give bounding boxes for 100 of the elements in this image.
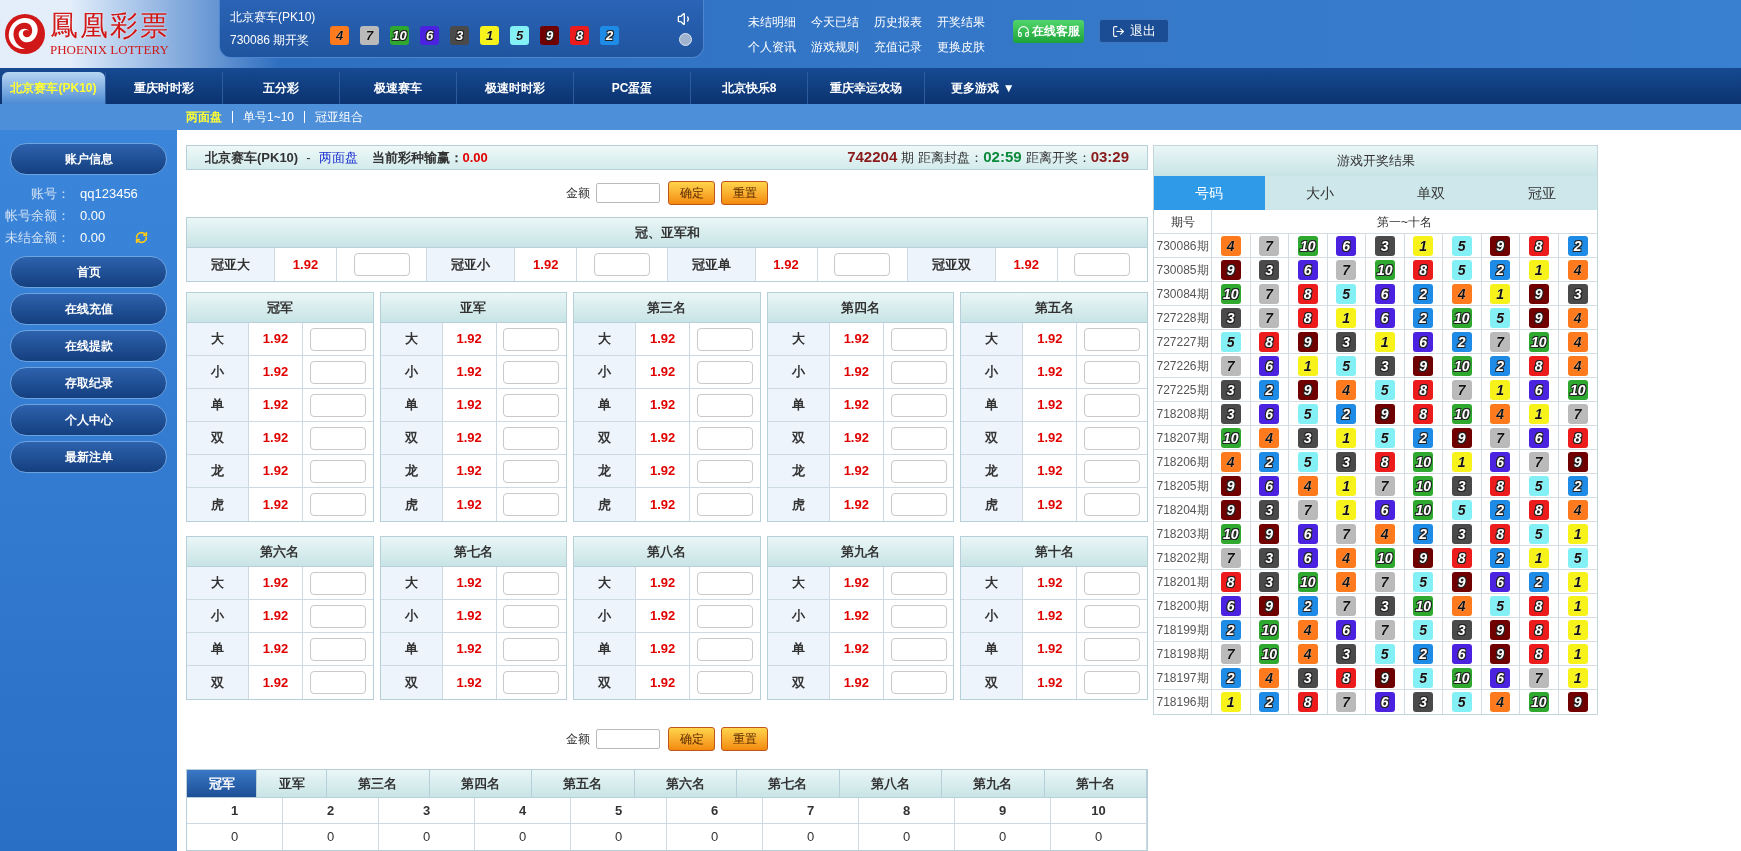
position-tab[interactable]: 第四名 xyxy=(429,770,532,797)
bet-input[interactable] xyxy=(1084,426,1141,450)
position-tab[interactable]: 第五名 xyxy=(532,770,635,797)
position-tab[interactable]: 第十名 xyxy=(1044,770,1147,797)
sidebar-menu-item[interactable]: 在线提款 xyxy=(10,330,167,362)
bet-input[interactable] xyxy=(503,360,560,384)
odds-value: 1.92 xyxy=(650,574,676,593)
bet-input[interactable] xyxy=(697,637,753,661)
bet-input[interactable] xyxy=(309,360,366,384)
bet-input[interactable] xyxy=(309,571,366,595)
bet-input[interactable] xyxy=(503,637,560,661)
bet-input[interactable] xyxy=(1084,327,1141,351)
bet-input[interactable] xyxy=(697,327,753,351)
bet-input[interactable] xyxy=(697,426,753,450)
bet-input[interactable] xyxy=(1084,604,1141,628)
count-value: 0 xyxy=(806,828,815,847)
option-label: 单 xyxy=(985,640,999,659)
bet-input[interactable] xyxy=(697,360,753,384)
bet-input[interactable] xyxy=(697,393,753,417)
bet-input[interactable] xyxy=(503,604,560,628)
amount-input[interactable] xyxy=(596,182,660,203)
position-title: 第三名 xyxy=(574,293,760,323)
bet-input[interactable] xyxy=(1084,571,1141,595)
bet-input[interactable] xyxy=(890,604,947,628)
position-tab[interactable]: 第三名 xyxy=(327,770,430,797)
top-link[interactable]: 今天已结 xyxy=(811,12,859,31)
bet-input[interactable] xyxy=(1084,393,1141,417)
option-label: 双 xyxy=(211,429,224,448)
bet-input[interactable] xyxy=(309,393,366,417)
position-tab[interactable]: 亚军 xyxy=(257,770,327,797)
option-label: 单 xyxy=(791,640,805,659)
bet-input[interactable] xyxy=(890,327,947,351)
reset-button[interactable]: 重置 xyxy=(721,726,768,751)
confirm-button[interactable]: 确定 xyxy=(668,726,715,751)
bet-input[interactable] xyxy=(1084,493,1141,516)
option-label: 大 xyxy=(211,574,224,593)
result-tab[interactable]: 大小 xyxy=(1264,176,1376,210)
bet-input[interactable] xyxy=(890,393,947,417)
top-link[interactable]: 更换皮肤 xyxy=(937,37,985,56)
bet-input[interactable] xyxy=(1074,253,1131,276)
option-label: 单 xyxy=(404,640,418,659)
bet-input[interactable] xyxy=(1084,637,1141,661)
position-tab[interactable]: 第八名 xyxy=(839,770,942,797)
reset-button[interactable]: 重置 xyxy=(721,180,768,205)
bet-input[interactable] xyxy=(309,637,366,661)
bet-input[interactable] xyxy=(503,327,560,351)
sidebar-menu-item[interactable]: 个人中心 xyxy=(10,404,167,436)
bet-input[interactable] xyxy=(1084,360,1141,384)
bet-input[interactable] xyxy=(890,426,947,450)
top-link[interactable]: 个人资讯 xyxy=(748,37,796,56)
bet-input[interactable] xyxy=(890,360,947,384)
bet-input[interactable] xyxy=(309,327,366,351)
bet-input[interactable] xyxy=(353,253,410,276)
bet-input[interactable] xyxy=(697,493,753,516)
confirm-button[interactable]: 确定 xyxy=(668,180,715,205)
bet-input[interactable] xyxy=(309,493,366,516)
bet-input[interactable] xyxy=(503,426,560,450)
position-tab[interactable]: 冠军 xyxy=(187,770,257,797)
amount-input[interactable] xyxy=(596,728,660,749)
logout-button[interactable]: 退出 xyxy=(1099,19,1169,43)
bet-input[interactable] xyxy=(309,604,366,628)
sidebar-menu-item[interactable]: 最新注单 xyxy=(10,441,167,473)
bet-input[interactable] xyxy=(890,571,947,595)
sidebar-menu-item[interactable]: 存取纪录 xyxy=(10,367,167,399)
bet-input[interactable] xyxy=(697,671,753,694)
bet-input[interactable] xyxy=(503,671,560,694)
position-tab[interactable]: 第九名 xyxy=(942,770,1045,797)
bet-input[interactable] xyxy=(1084,671,1141,694)
bet-input[interactable] xyxy=(309,459,366,483)
option-label: 单 xyxy=(211,396,224,415)
bet-input[interactable] xyxy=(503,393,560,417)
top-link[interactable]: 充值记录 xyxy=(874,37,922,56)
result-tab[interactable]: 冠亚 xyxy=(1486,176,1597,210)
sidebar-menu-item[interactable]: 首页 xyxy=(10,256,167,288)
bet-input[interactable] xyxy=(890,459,947,483)
top-link[interactable]: 历史报表 xyxy=(874,12,922,31)
bet-input[interactable] xyxy=(1084,459,1141,483)
bet-input[interactable] xyxy=(309,426,366,450)
bet-input[interactable] xyxy=(503,493,560,516)
bet-input[interactable] xyxy=(890,637,947,661)
sidebar-menu-item[interactable]: 在线充值 xyxy=(10,293,167,325)
top-link[interactable]: 开奖结果 xyxy=(937,12,985,31)
headset-icon xyxy=(1017,24,1030,38)
bet-input[interactable] xyxy=(593,253,650,276)
position-tab[interactable]: 第六名 xyxy=(634,770,737,797)
bet-input[interactable] xyxy=(503,571,560,595)
period-cell-text: 730085期 xyxy=(1156,261,1209,279)
result-tab[interactable]: 单双 xyxy=(1375,176,1487,210)
position-tab[interactable]: 第七名 xyxy=(737,770,840,797)
top-link[interactable]: 未结明细 xyxy=(748,12,796,31)
top-link[interactable]: 游戏规则 xyxy=(811,37,859,56)
bet-input[interactable] xyxy=(890,493,947,516)
bet-input[interactable] xyxy=(834,253,891,276)
bet-input[interactable] xyxy=(503,459,560,483)
bet-input[interactable] xyxy=(697,604,753,628)
bet-input[interactable] xyxy=(697,459,753,483)
bet-input[interactable] xyxy=(890,671,947,694)
bet-input[interactable] xyxy=(309,671,366,694)
odds-value: 1.92 xyxy=(1037,574,1063,593)
bet-input[interactable] xyxy=(697,571,753,595)
